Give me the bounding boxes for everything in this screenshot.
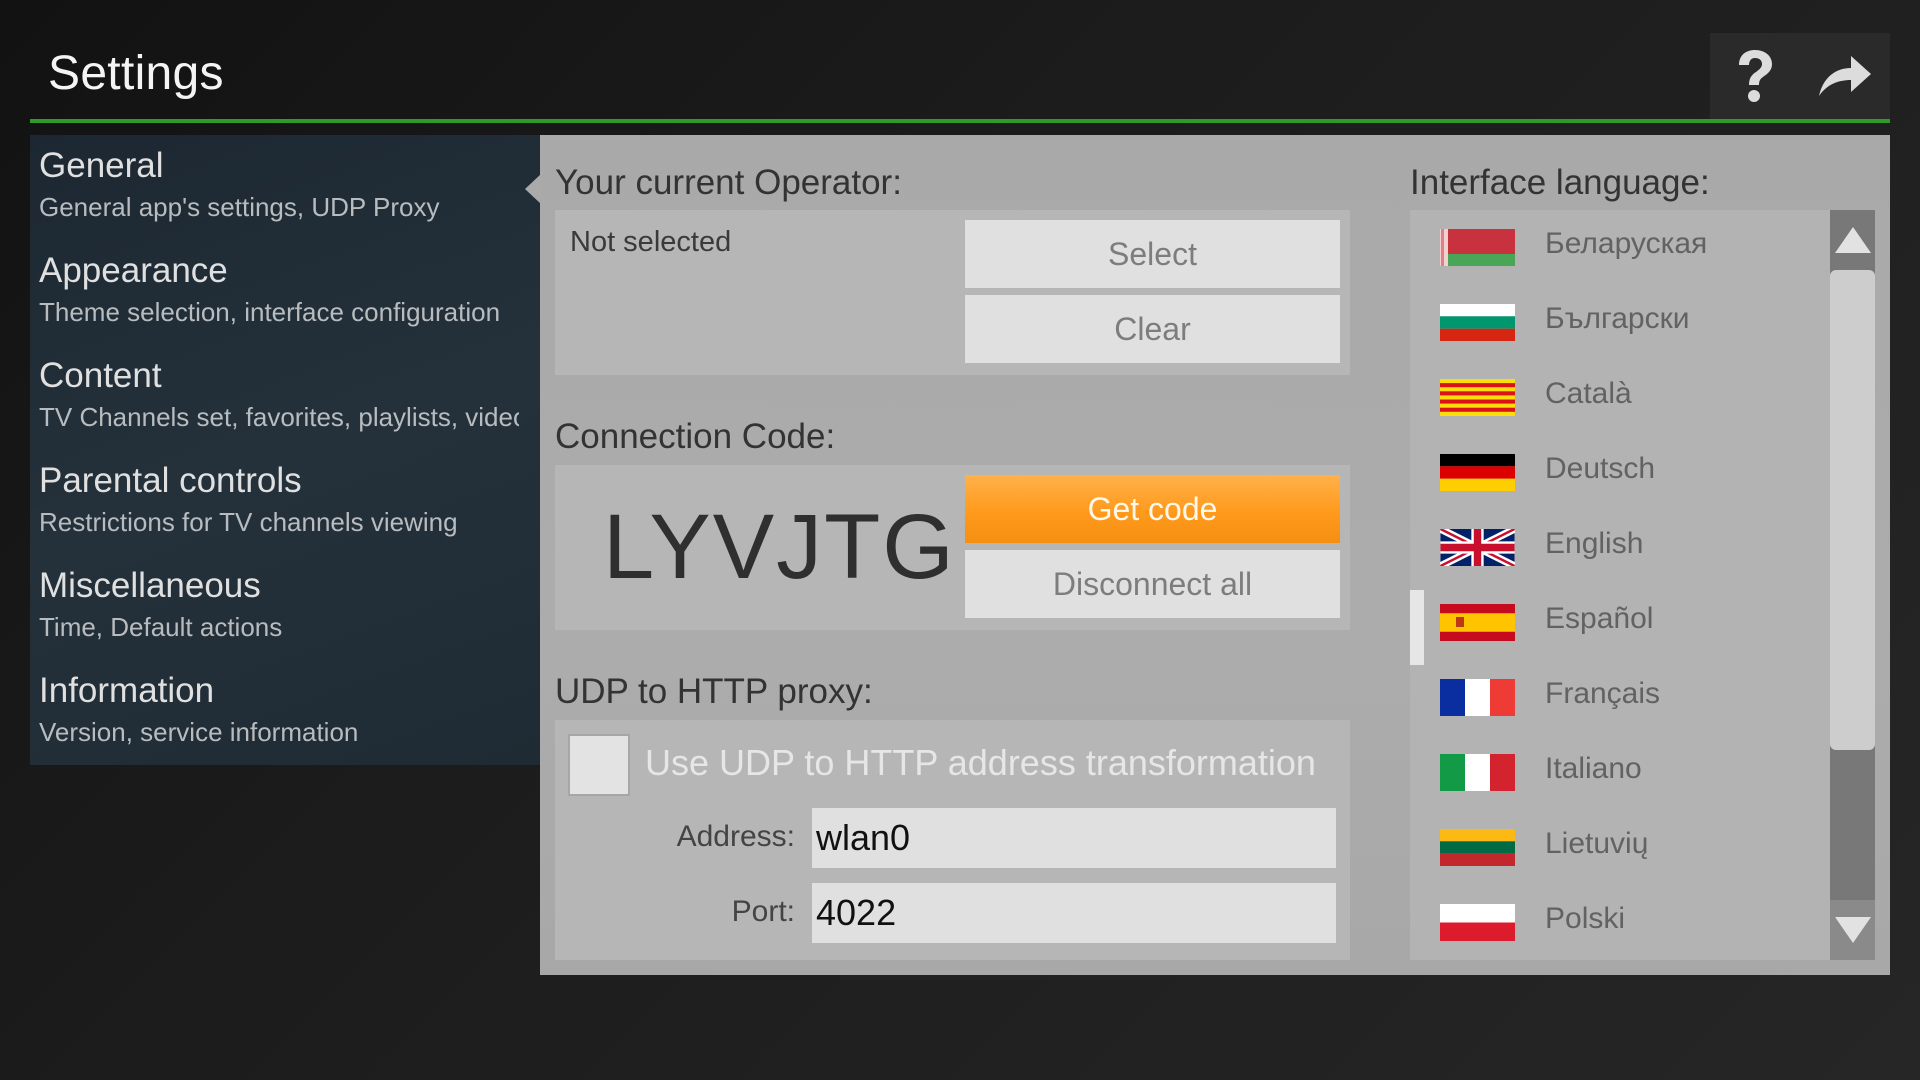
- address-label: Address:: [676, 820, 795, 853]
- triangle-down-icon: [1834, 917, 1871, 943]
- flag-gb-icon: [1440, 529, 1515, 566]
- udp-proxy-label: UDP to HTTP proxy:: [555, 672, 873, 711]
- language-item-bulgarian[interactable]: Български: [1410, 285, 1830, 360]
- sidebar-item-title: General: [39, 146, 164, 185]
- sidebar-item-title: Parental controls: [39, 461, 302, 500]
- header-divider: [30, 119, 1890, 123]
- language-name: English: [1545, 527, 1644, 560]
- exit-button[interactable]: [1810, 41, 1880, 111]
- language-name: Deutsch: [1545, 452, 1656, 485]
- scroll-down-button[interactable]: [1830, 900, 1875, 960]
- language-item-spanish[interactable]: Español: [1410, 585, 1830, 660]
- port-label: Port:: [731, 895, 795, 928]
- sidebar-item-subtitle: TV Channels set, favorites, playlists, v…: [39, 402, 519, 432]
- interface-language-label: Interface language:: [1410, 163, 1710, 202]
- get-code-button[interactable]: Get code: [965, 475, 1340, 543]
- udp-transform-checkbox[interactable]: [568, 734, 630, 796]
- flag-fr-icon: [1440, 679, 1515, 716]
- operator-label: Your current Operator:: [555, 163, 902, 202]
- help-button[interactable]: [1720, 41, 1790, 111]
- sidebar-item-content[interactable]: Content TV Channels set, favorites, play…: [30, 345, 540, 450]
- flag-es-icon: [1440, 604, 1515, 641]
- language-item-english[interactable]: English: [1410, 510, 1830, 585]
- flag-pl-icon: [1440, 904, 1515, 941]
- operator-value: Not selected: [570, 226, 732, 258]
- language-name: Català: [1545, 377, 1632, 410]
- selection-pointer: [525, 174, 541, 204]
- sidebar-item-title: Information: [39, 671, 215, 710]
- language-item-polish[interactable]: Polski: [1410, 885, 1830, 960]
- scroll-up-button[interactable]: [1830, 210, 1875, 270]
- sidebar-item-subtitle: Restrictions for TV channels viewing: [39, 507, 458, 537]
- flag-lt-icon: [1440, 829, 1515, 866]
- language-name: Italiano: [1545, 752, 1642, 785]
- port-input[interactable]: [812, 883, 1336, 943]
- language-name: Español: [1545, 602, 1654, 635]
- sidebar-item-appearance[interactable]: Appearance Theme selection, interface co…: [30, 240, 540, 345]
- language-item-catalan[interactable]: Català: [1410, 360, 1830, 435]
- sidebar-item-title: Appearance: [39, 251, 228, 290]
- flag-de-icon: [1440, 454, 1515, 491]
- language-name: Français: [1545, 677, 1661, 710]
- language-name: Беларуская: [1545, 227, 1708, 260]
- language-name: Polski: [1545, 902, 1626, 935]
- language-name: Български: [1545, 302, 1690, 335]
- select-operator-button[interactable]: Select: [965, 220, 1340, 288]
- connection-code-value: LYVJTG: [603, 496, 956, 598]
- page-title: Settings: [48, 47, 224, 100]
- sidebar-item-miscellaneous[interactable]: Miscellaneous Time, Default actions: [30, 555, 540, 660]
- operator-box: Not selected Select Clear: [555, 210, 1350, 375]
- flag-it-icon: [1440, 754, 1515, 791]
- flag-by-icon: [1440, 229, 1515, 266]
- scrollbar-thumb[interactable]: [1830, 270, 1875, 750]
- sidebar-item-title: Content: [39, 356, 162, 395]
- sidebar-item-parental-controls[interactable]: Parental controls Restrictions for TV ch…: [30, 450, 540, 555]
- connection-code-label: Connection Code:: [555, 417, 836, 456]
- sidebar-item-subtitle: General app's settings, UDP Proxy: [39, 192, 440, 222]
- language-scrollbar[interactable]: [1830, 210, 1875, 960]
- language-list[interactable]: Беларуская Български Català Deutsch Engl…: [1410, 210, 1830, 960]
- sidebar: General General app's settings, UDP Prox…: [30, 135, 540, 765]
- language-item-italian[interactable]: Italiano: [1410, 735, 1830, 810]
- language-name: Lietuvių: [1545, 827, 1649, 860]
- language-item-lithuanian[interactable]: Lietuvių: [1410, 810, 1830, 885]
- help-icon: [1739, 50, 1772, 102]
- sidebar-item-title: Miscellaneous: [39, 566, 261, 605]
- sidebar-item-information[interactable]: Information Version, service information: [30, 660, 540, 765]
- sidebar-item-subtitle: Theme selection, interface configuration: [39, 297, 501, 327]
- disconnect-all-button[interactable]: Disconnect all: [965, 550, 1340, 618]
- flag-bg-icon: [1440, 304, 1515, 341]
- forward-arrow-icon: [1819, 56, 1871, 96]
- settings-panel: Your current Operator: Not selected Sele…: [525, 135, 1890, 975]
- udp-proxy-box: Use UDP to HTTP address transformation A…: [555, 720, 1350, 960]
- udp-transform-checkbox-label[interactable]: Use UDP to HTTP address transformation: [645, 742, 1316, 784]
- connection-code-box: LYVJTG Get code Disconnect all: [555, 465, 1350, 630]
- language-item-german[interactable]: Deutsch: [1410, 435, 1830, 510]
- clear-operator-button[interactable]: Clear: [965, 295, 1340, 363]
- header-actions: [1710, 33, 1890, 119]
- address-input[interactable]: [812, 808, 1336, 868]
- triangle-up-icon: [1834, 227, 1871, 253]
- language-item-belarusian[interactable]: Беларуская: [1410, 210, 1830, 285]
- sidebar-item-subtitle: Version, service information: [39, 717, 359, 747]
- language-item-french[interactable]: Français: [1410, 660, 1830, 735]
- flag-catalonia-icon: [1440, 379, 1515, 416]
- sidebar-item-general[interactable]: General General app's settings, UDP Prox…: [30, 135, 540, 240]
- sidebar-item-subtitle: Time, Default actions: [39, 612, 283, 642]
